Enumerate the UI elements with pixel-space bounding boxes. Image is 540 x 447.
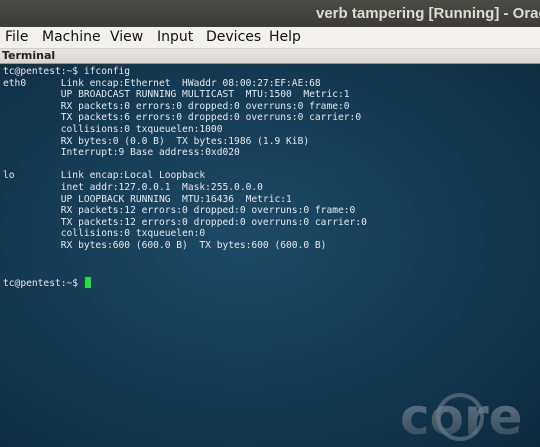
window-title: verb tampering [Running] - Oracl: [316, 5, 540, 22]
menu-file[interactable]: File: [5, 28, 28, 47]
menu-devices[interactable]: Devices: [206, 28, 261, 47]
menu-machine[interactable]: Machine: [42, 28, 101, 47]
terminal-cursor: [84, 277, 91, 288]
terminal-header: Terminal: [0, 49, 540, 64]
menu-input[interactable]: Input: [157, 28, 193, 47]
window-titlebar: verb tampering [Running] - Oracl: [0, 0, 540, 27]
menu-help[interactable]: Help: [269, 28, 301, 47]
terminal-prompt-line: tc@pentest:~$: [3, 277, 91, 290]
terminal-header-label: Terminal: [2, 49, 56, 62]
terminal-output: tc@pentest:~$ ifconfig eth0 Link encap:E…: [3, 66, 367, 251]
menubar: File Machine View Input Devices Help: [0, 27, 540, 49]
core-linux-logo-icon: core: [400, 388, 523, 446]
menu-view[interactable]: View: [110, 28, 143, 47]
terminal-area[interactable]: tc@pentest:~$ ifconfig eth0 Link encap:E…: [0, 64, 540, 447]
terminal-prompt: tc@pentest:~$: [3, 278, 84, 289]
